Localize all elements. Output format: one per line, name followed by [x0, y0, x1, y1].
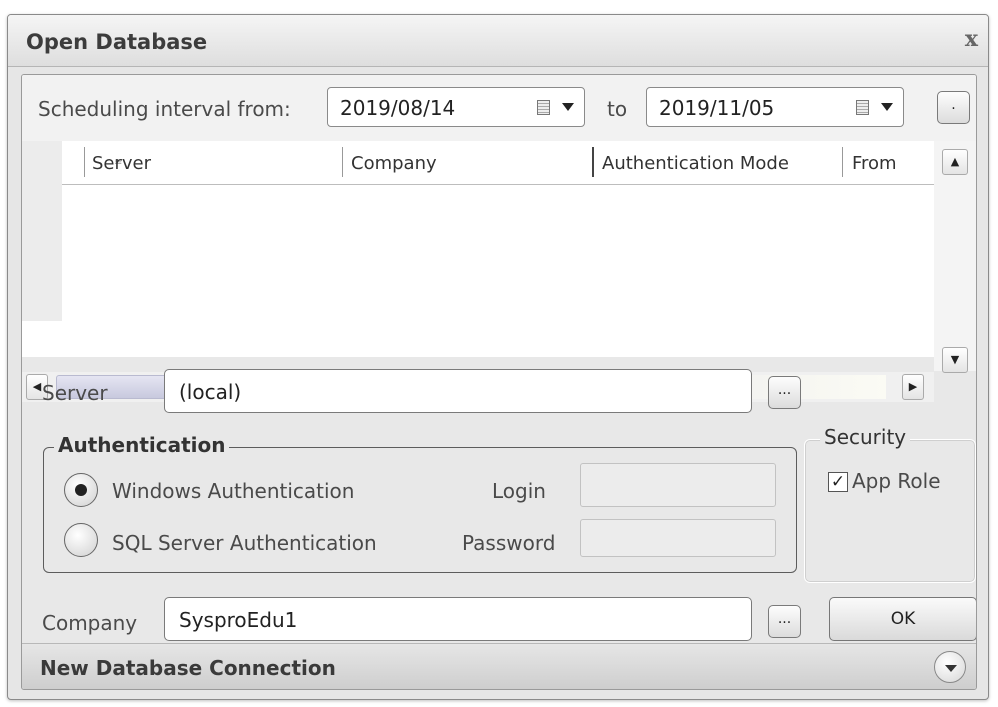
connections-grid[interactable]: ≡ Server Company Authentication Mode Fro… — [22, 141, 976, 402]
ok-button[interactable]: OK — [829, 597, 976, 641]
schedule-options-button[interactable]: . — [937, 91, 970, 124]
chevron-down-icon[interactable] — [881, 103, 893, 111]
grid-row-header — [22, 141, 62, 321]
server-label: Server — [42, 381, 108, 405]
app-role-label[interactable]: App Role — [852, 469, 941, 493]
password-input[interactable] — [580, 519, 776, 557]
security-legend: Security — [820, 425, 911, 449]
windows-auth-radio[interactable] — [64, 473, 98, 507]
company-browse-button[interactable]: ... — [768, 605, 801, 638]
scheduling-from-label: Scheduling interval from: — [38, 97, 291, 121]
dialog-title: Open Database — [26, 30, 208, 54]
sql-auth-radio[interactable] — [64, 523, 98, 557]
column-header-from[interactable]: From — [852, 153, 897, 174]
new-connection-expander[interactable]: New Database Connection — [22, 643, 976, 689]
to-date-value: 2019/11/05 — [659, 96, 775, 120]
from-date-picker[interactable]: 2019/08/14 — [327, 87, 585, 127]
from-date-value: 2019/08/14 — [340, 96, 456, 120]
login-input[interactable] — [580, 463, 776, 507]
close-icon[interactable]: x — [965, 26, 978, 52]
open-database-dialog: Open Database x Scheduling interval from… — [7, 14, 989, 700]
column-header-authentication-mode[interactable]: Authentication Mode — [602, 153, 789, 174]
column-separator — [84, 147, 85, 177]
scheduling-row: Scheduling interval from: 2019/08/14 to … — [22, 75, 976, 141]
column-header-server[interactable]: Server — [92, 153, 151, 174]
to-label: to — [607, 97, 628, 121]
column-header-company[interactable]: Company — [351, 153, 437, 174]
column-separator — [842, 147, 843, 177]
authentication-legend: Authentication — [54, 433, 230, 457]
password-label: Password — [462, 531, 556, 555]
company-input[interactable]: SysproEdu1 — [164, 597, 752, 641]
expand-icon[interactable] — [934, 651, 966, 683]
to-date-picker[interactable]: 2019/11/05 — [646, 87, 904, 127]
column-separator — [342, 147, 343, 177]
grid-header: ≡ Server Company Authentication Mode Fro… — [62, 141, 934, 185]
company-label: Company — [42, 611, 138, 635]
scroll-right-icon[interactable]: ▶ — [902, 374, 924, 400]
calendar-icon — [856, 100, 869, 115]
column-separator — [592, 147, 594, 177]
scroll-down-icon[interactable]: ▼ — [942, 347, 968, 373]
radio-selected-dot — [75, 484, 87, 496]
app-role-checkbox[interactable]: ✓ — [828, 472, 848, 492]
new-connection-title: New Database Connection — [40, 656, 336, 680]
title-bar: Open Database x — [8, 15, 988, 67]
server-browse-button[interactable]: ... — [768, 376, 801, 409]
chevron-down-icon — [945, 665, 957, 672]
security-group — [804, 439, 976, 583]
windows-auth-label[interactable]: Windows Authentication — [112, 479, 354, 503]
calendar-icon — [537, 100, 550, 115]
server-input[interactable]: (local) — [164, 369, 752, 413]
vertical-scrollbar[interactable]: ▲ ▼ — [934, 141, 976, 373]
sql-auth-label[interactable]: SQL Server Authentication — [112, 531, 377, 555]
chevron-down-icon[interactable] — [562, 103, 574, 111]
main-panel: Scheduling interval from: 2019/08/14 to … — [21, 74, 977, 690]
login-label: Login — [492, 479, 546, 503]
scroll-up-icon[interactable]: ▲ — [942, 149, 968, 175]
